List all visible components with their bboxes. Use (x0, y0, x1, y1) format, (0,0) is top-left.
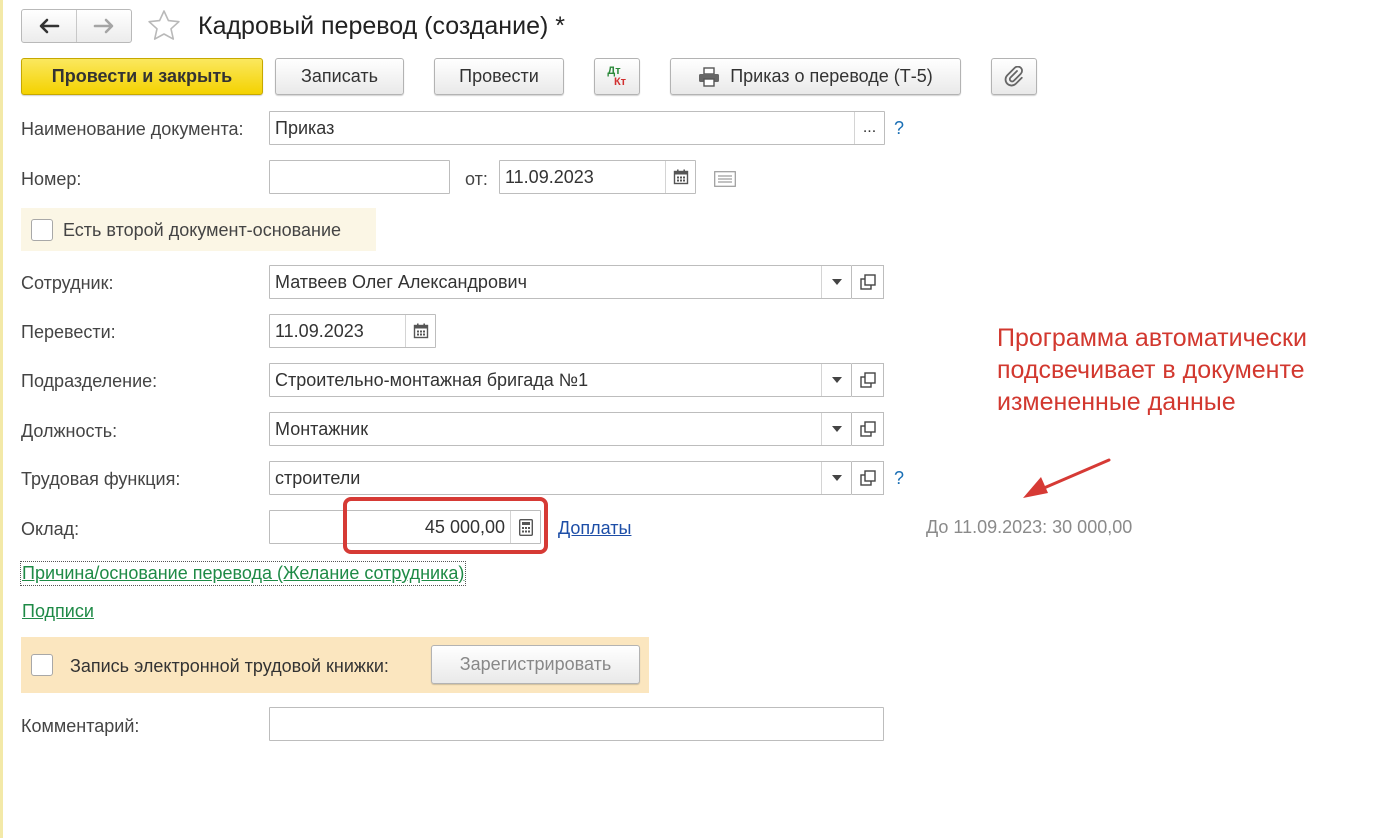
printer-icon (699, 66, 720, 87)
transfer-date-field[interactable]: 11.09.2023 (269, 314, 436, 348)
comment-label: Комментарий: (21, 716, 140, 736)
date-field[interactable]: 11.09.2023 (499, 160, 696, 194)
arrow-right-icon (93, 18, 114, 34)
transfer-date-value: 11.09.2023 (275, 320, 364, 341)
paperclip-icon (1004, 65, 1023, 86)
second-basis-label: Есть второй документ-основание (63, 220, 342, 240)
list-icon[interactable] (714, 171, 736, 187)
open-form-icon (859, 421, 876, 437)
department-open-button[interactable] (852, 363, 884, 397)
signatures-link[interactable]: Подписи (22, 601, 94, 622)
position-dropdown-button[interactable] (821, 413, 851, 445)
employee-value: Матвеев Олег Александрович (275, 271, 527, 292)
date-label: от: (465, 169, 488, 189)
change-highlight-frame (343, 497, 548, 554)
salary-label: Оклад: (21, 519, 80, 539)
arrow-left-icon (39, 18, 60, 34)
labor-function-dropdown-button[interactable] (821, 462, 851, 494)
chevron-down-icon (831, 279, 842, 285)
calendar-icon (673, 169, 688, 185)
position-value: Монтажник (275, 418, 369, 439)
doc-name-help-icon[interactable]: ? (894, 118, 904, 139)
back-button[interactable] (22, 10, 76, 42)
open-form-icon (859, 372, 876, 388)
print-t5-button[interactable]: Приказ о переводе (Т-5) (670, 58, 961, 95)
labor-function-label: Трудовая функция: (21, 469, 181, 489)
post-and-close-button[interactable]: Провести и закрыть (21, 58, 263, 95)
doc-name-field[interactable]: Приказ ... (269, 111, 885, 145)
save-button[interactable]: Записать (275, 58, 404, 95)
position-label: Должность: (21, 421, 118, 441)
forward-button[interactable] (76, 10, 131, 42)
calendar-button[interactable] (405, 315, 435, 347)
labor-function-open-button[interactable] (852, 461, 884, 495)
employee-label: Сотрудник: (21, 273, 114, 293)
previous-salary-text: До 11.09.2023: 30 000,00 (926, 517, 1133, 537)
dt-kt-button[interactable]: Дт Кт (594, 58, 640, 95)
page-title: Кадровый перевод (создание) * (198, 12, 565, 40)
department-dropdown-button[interactable] (821, 364, 851, 396)
left-accent-strip (0, 0, 3, 838)
department-value: Строительно-монтажная бригада №1 (275, 369, 589, 390)
surcharges-link[interactable]: Доплаты (558, 518, 631, 539)
labor-function-field[interactable]: строители (269, 461, 852, 495)
chevron-down-icon (831, 377, 842, 383)
number-label: Номер: (21, 169, 82, 189)
etk-checkbox[interactable] (31, 654, 53, 676)
register-button[interactable]: Зарегистрировать (431, 645, 640, 684)
dt-kt-icon: Дт Кт (607, 64, 627, 88)
attach-button[interactable] (991, 58, 1037, 95)
select-button[interactable]: ... (854, 112, 884, 144)
labor-function-help-icon[interactable]: ? (894, 468, 904, 489)
position-open-button[interactable] (852, 412, 884, 446)
date-value: 11.09.2023 (505, 166, 594, 187)
calendar-icon (413, 323, 428, 339)
employee-field[interactable]: Матвеев Олег Александрович (269, 265, 852, 299)
employee-dropdown-button[interactable] (821, 266, 851, 298)
transfer-date-label: Перевести: (21, 322, 116, 342)
calendar-button[interactable] (665, 161, 695, 193)
chevron-down-icon (831, 475, 842, 481)
second-basis-checkbox[interactable] (31, 219, 53, 241)
annotation-arrow-icon (1023, 458, 1111, 498)
star-icon[interactable] (146, 8, 182, 44)
nav-buttons (21, 9, 132, 43)
transfer-reason-link[interactable]: Причина/основание перевода (Желание сотр… (19, 561, 467, 586)
comment-field[interactable] (269, 707, 884, 741)
post-button[interactable]: Провести (434, 58, 564, 95)
doc-name-label: Наименование документа: (21, 119, 244, 139)
etk-label: Запись электронной трудовой книжки: (70, 656, 389, 676)
open-form-icon (859, 274, 876, 290)
position-field[interactable]: Монтажник (269, 412, 852, 446)
chevron-down-icon (831, 426, 842, 432)
annotation-text: Программа автоматически подсвечивает в д… (997, 324, 1307, 416)
employee-open-button[interactable] (852, 265, 884, 299)
department-label: Подразделение: (21, 371, 158, 391)
doc-name-value: Приказ (275, 117, 335, 138)
department-field[interactable]: Строительно-монтажная бригада №1 (269, 363, 852, 397)
number-field[interactable] (269, 160, 450, 194)
open-form-icon (859, 470, 876, 486)
labor-function-value: строители (275, 467, 361, 488)
